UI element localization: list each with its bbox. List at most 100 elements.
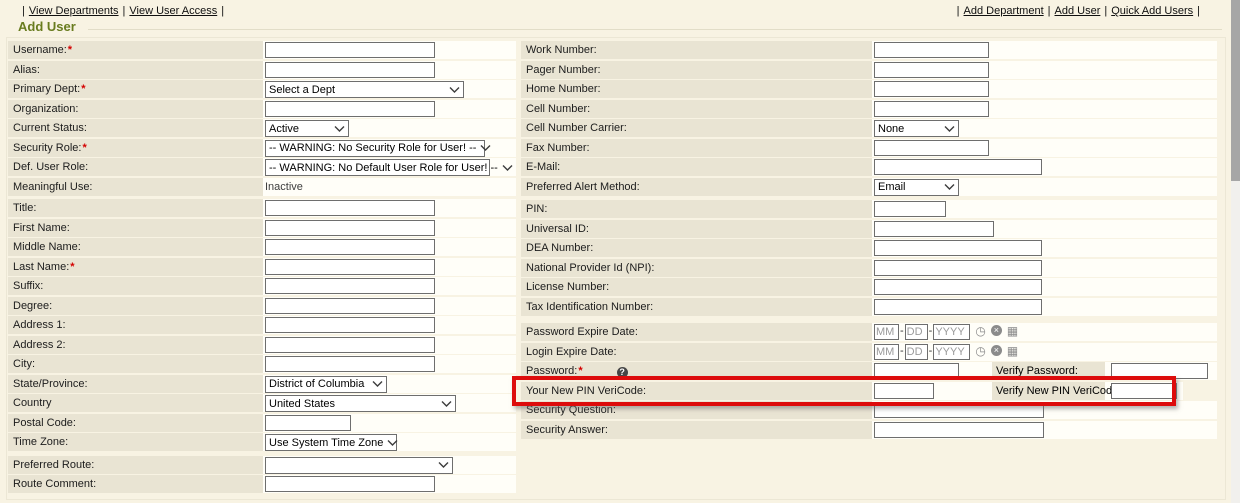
address-1-input[interactable] xyxy=(265,317,435,333)
clear-icon[interactable]: × xyxy=(991,325,1002,336)
verify-new-pin-vericode-input[interactable] xyxy=(1111,383,1177,399)
topbar-link-quick-add-users[interactable]: Quick Add Users xyxy=(1111,5,1193,17)
field-label-text: DEA Number: xyxy=(526,242,593,254)
middle-name-input[interactable] xyxy=(265,239,435,255)
chevron-down-icon xyxy=(449,87,460,93)
address-2-input[interactable] xyxy=(265,337,435,353)
meaningful-use-value: Inactive xyxy=(265,179,303,193)
country-select[interactable]: United States xyxy=(265,395,456,412)
license-number-input[interactable] xyxy=(874,279,1042,295)
field-cell: --◷×▦ xyxy=(872,343,1217,361)
organization-input[interactable] xyxy=(265,101,435,117)
national-provider-id-npi-input[interactable] xyxy=(874,260,1042,276)
password-expire-date-mm-input[interactable] xyxy=(874,324,899,340)
your-new-pin-vericode-input[interactable] xyxy=(874,383,934,399)
field-label-text: License Number: xyxy=(526,281,609,293)
field-label: DEA Number: xyxy=(521,239,872,257)
form-row: Pager Number: xyxy=(521,61,1217,79)
last-name-input[interactable] xyxy=(265,259,435,275)
help-icon[interactable]: ? xyxy=(617,367,628,378)
degree-input[interactable] xyxy=(265,298,435,314)
route-comment-input[interactable] xyxy=(265,476,435,492)
chevron-down-icon xyxy=(944,126,955,132)
security-answer-input[interactable] xyxy=(874,422,1044,438)
field-label-text: Your New PIN VeriCode: xyxy=(526,385,646,397)
field-label-text: Primary Dept: xyxy=(13,83,80,95)
primary-dept-select[interactable]: Select a Dept xyxy=(265,81,464,98)
topbar-link-view-departments[interactable]: View Departments xyxy=(29,5,119,17)
e-mail-input[interactable] xyxy=(874,159,1042,175)
field-label: Security Question: xyxy=(521,401,872,419)
pin-input[interactable] xyxy=(874,201,946,217)
field-cell: Use System Time Zone xyxy=(263,433,516,451)
preferred-route-select[interactable] xyxy=(265,457,453,474)
verify-password-input[interactable] xyxy=(1111,363,1208,379)
form-row: Current Status: Active xyxy=(8,119,516,137)
calendar-icon[interactable]: ▦ xyxy=(1007,324,1018,338)
first-name-input[interactable] xyxy=(265,220,435,236)
alias-input[interactable] xyxy=(265,62,435,78)
chevron-down-icon xyxy=(438,462,449,468)
calendar-icon[interactable]: ▦ xyxy=(1007,344,1018,358)
field-cell xyxy=(263,414,516,432)
topbar-link-view-user-access[interactable]: View User Access xyxy=(129,5,217,17)
pager-number-input[interactable] xyxy=(874,62,989,78)
clock-icon[interactable]: ◷ xyxy=(975,344,985,358)
scrollbar-thumb[interactable] xyxy=(1231,0,1240,181)
chevron-down-icon xyxy=(334,126,345,132)
fax-number-input[interactable] xyxy=(874,140,989,156)
time-zone-select[interactable]: Use System Time Zone xyxy=(265,434,397,451)
form-row: Title: xyxy=(8,199,516,217)
chevron-down-icon xyxy=(387,440,398,446)
topbar-link-add-department[interactable]: Add Department xyxy=(964,5,1044,17)
field-label: Meaningful Use: xyxy=(8,178,263,196)
clock-icon[interactable]: ◷ xyxy=(975,324,985,338)
password-expire-date-dd-input[interactable] xyxy=(905,324,928,340)
field-label-text: Current Status: xyxy=(13,122,87,134)
login-expire-date-dd-input[interactable] xyxy=(905,344,928,360)
def-user-role-select[interactable]: -- WARNING: No Default User Role for Use… xyxy=(265,159,490,176)
field-label-text: Work Number: xyxy=(526,44,597,56)
field-label: PIN: xyxy=(521,200,872,218)
tax-identification-number-input[interactable] xyxy=(874,299,1042,315)
login-expire-date-yyyy-input[interactable] xyxy=(933,344,970,360)
universal-id-input[interactable] xyxy=(874,221,994,237)
clear-icon[interactable]: × xyxy=(991,345,1002,356)
required-asterisk: * xyxy=(578,365,582,377)
cell-number-input[interactable] xyxy=(874,101,989,117)
scrollbar[interactable] xyxy=(1231,0,1240,503)
title-input[interactable] xyxy=(265,200,435,216)
suffix-input[interactable] xyxy=(265,278,435,294)
title-divider xyxy=(88,29,1222,30)
preferred-alert-method-select[interactable]: Email xyxy=(874,179,959,196)
postal-code-input[interactable] xyxy=(265,415,351,431)
date-separator: - xyxy=(900,325,904,337)
field-label-text: Route Comment: xyxy=(13,478,96,490)
field-label: Cell Number Carrier: xyxy=(521,119,872,137)
password-input[interactable] xyxy=(874,363,959,379)
login-expire-date-mm-input[interactable] xyxy=(874,344,899,360)
dea-number-input[interactable] xyxy=(874,240,1042,256)
state-province-select[interactable]: District of Columbia xyxy=(265,376,387,393)
form-row: National Provider Id (NPI): xyxy=(521,259,1217,277)
home-number-input[interactable] xyxy=(874,81,989,97)
field-label: Suffix: xyxy=(8,277,263,295)
username-input[interactable] xyxy=(265,42,435,58)
field-cell xyxy=(263,258,516,276)
password-expire-date-yyyy-input[interactable] xyxy=(933,324,970,340)
security-role-select[interactable]: -- WARNING: No Security Role for User! -… xyxy=(265,140,485,157)
field-cell xyxy=(872,278,1217,296)
cell-number-carrier-select[interactable]: None xyxy=(874,120,959,137)
field-label: License Number: xyxy=(521,278,872,296)
city-input[interactable] xyxy=(265,356,435,372)
work-number-input[interactable] xyxy=(874,42,989,58)
field-label-text: Address 2: xyxy=(13,339,66,351)
field-label: First Name: xyxy=(8,219,263,237)
topbar-link-add-user[interactable]: Add User xyxy=(1055,5,1101,17)
field-label: Pager Number: xyxy=(521,61,872,79)
field-label: Your New PIN VeriCode: xyxy=(521,382,872,400)
form-right-column: Work Number:Pager Number:Home Number:Cel… xyxy=(521,41,1217,440)
current-status-select[interactable]: Active xyxy=(265,120,349,137)
field-label-text: Cell Number: xyxy=(526,103,590,115)
security-question-input[interactable] xyxy=(874,402,1044,418)
